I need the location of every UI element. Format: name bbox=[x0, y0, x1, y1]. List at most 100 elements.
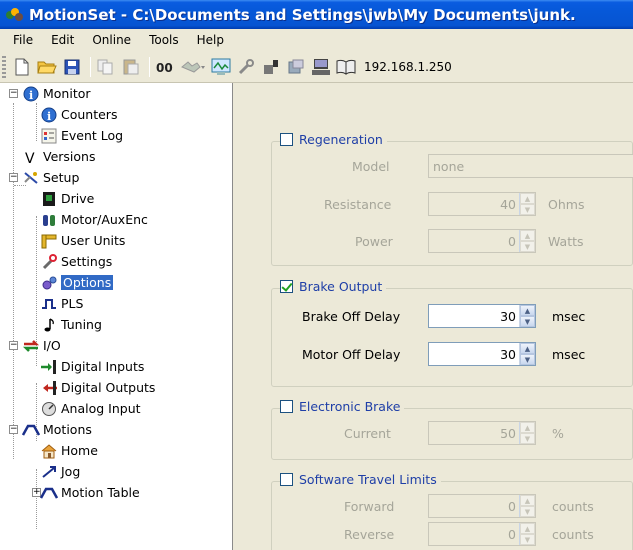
spin-up-icon[interactable]: ▲ bbox=[520, 495, 535, 506]
model-select[interactable]: none bbox=[428, 154, 633, 178]
tree-label: Analog Input bbox=[61, 401, 141, 416]
io-collapse-toggle[interactable]: − bbox=[9, 341, 18, 350]
current-spinner[interactable]: 50 ▲ ▼ bbox=[428, 421, 536, 445]
menu-file[interactable]: File bbox=[4, 30, 42, 50]
brake-output-checkbox[interactable] bbox=[280, 280, 293, 293]
motor-off-delay-label: Motor Off Delay bbox=[302, 347, 401, 362]
paste-icon[interactable] bbox=[120, 56, 142, 78]
spin-up-icon[interactable]: ▲ bbox=[520, 230, 535, 241]
brake-off-delay-spinner[interactable]: 30 ▲ ▼ bbox=[428, 304, 536, 328]
connect-icon[interactable]: 00 bbox=[154, 56, 176, 78]
download-icon[interactable] bbox=[260, 56, 282, 78]
power-spinner[interactable]: 0 ▲ ▼ bbox=[428, 229, 536, 253]
current-label: Current bbox=[344, 426, 391, 441]
reverse-spinner[interactable]: 0 ▲ ▼ bbox=[428, 522, 536, 546]
reverse-row: Reverse bbox=[344, 527, 394, 542]
spin-up-icon[interactable]: ▲ bbox=[520, 422, 535, 433]
tree-label: Drive bbox=[61, 191, 95, 206]
spin-up-icon[interactable]: ▲ bbox=[520, 305, 535, 316]
info-icon: i bbox=[22, 85, 40, 102]
tree-item-user-units[interactable]: User Units bbox=[40, 230, 125, 251]
tree-item-analog-input[interactable]: Analog Input bbox=[40, 398, 141, 419]
power-unit: Watts bbox=[548, 234, 584, 249]
tree-item-settings[interactable]: Settings bbox=[40, 251, 112, 272]
tree-label: I/O bbox=[43, 338, 61, 353]
forward-spinner[interactable]: 0 ▲ ▼ bbox=[428, 494, 536, 518]
tree-item-motion-table[interactable]: Motion Table bbox=[40, 482, 140, 503]
home-icon bbox=[40, 442, 58, 459]
motions-collapse-toggle[interactable]: − bbox=[9, 425, 18, 434]
tree-item-options[interactable]: Options bbox=[40, 272, 114, 293]
tree-item-tuning[interactable]: Tuning bbox=[40, 314, 102, 335]
software-travel-limits-checkbox[interactable] bbox=[280, 473, 293, 486]
brake-output-title: Brake Output bbox=[299, 279, 383, 294]
spin-down-icon[interactable]: ▼ bbox=[520, 354, 535, 365]
spin-up-icon[interactable]: ▲ bbox=[520, 343, 535, 354]
tree-item-drive[interactable]: Drive bbox=[40, 188, 94, 209]
power-label: Power bbox=[355, 234, 393, 249]
toolbar: 00 192.168.1.250 bbox=[0, 51, 633, 83]
copy-icon[interactable] bbox=[95, 56, 117, 78]
setup-collapse-toggle[interactable]: − bbox=[9, 173, 18, 182]
tree-label: Motion Table bbox=[61, 485, 140, 500]
music-note-icon bbox=[40, 316, 58, 333]
monitor-collapse-toggle[interactable]: − bbox=[9, 89, 18, 98]
motor-off-delay-spinner[interactable]: 30 ▲ ▼ bbox=[428, 342, 536, 366]
digital-input-icon bbox=[40, 358, 58, 375]
spin-down-icon[interactable]: ▼ bbox=[520, 506, 535, 517]
tree-item-versions[interactable]: V Versions bbox=[22, 146, 95, 167]
reverse-value: 0 bbox=[508, 526, 516, 542]
regeneration-checkbox[interactable] bbox=[280, 133, 293, 146]
tree-label: User Units bbox=[61, 233, 126, 248]
tree-label: Versions bbox=[43, 149, 96, 164]
spin-down-icon[interactable]: ▼ bbox=[520, 534, 535, 545]
current-value: 50 bbox=[500, 425, 516, 441]
digital-output-icon bbox=[40, 379, 58, 396]
spin-up-icon[interactable]: ▲ bbox=[520, 193, 535, 204]
spin-down-icon[interactable]: ▼ bbox=[520, 204, 535, 215]
regeneration-group: Regeneration Model none Resistance 40 ▲ ▼… bbox=[271, 132, 633, 266]
menu-edit[interactable]: Edit bbox=[42, 30, 83, 50]
scope-icon[interactable] bbox=[210, 56, 232, 78]
tree-label: Tuning bbox=[61, 317, 102, 332]
disconnect-icon[interactable] bbox=[179, 56, 207, 78]
resistance-unit: Ohms bbox=[548, 197, 585, 212]
upload-icon[interactable] bbox=[285, 56, 307, 78]
save-icon[interactable] bbox=[61, 56, 83, 78]
drive-icon bbox=[40, 190, 58, 207]
tree-item-setup[interactable]: Setup bbox=[22, 167, 79, 188]
tree-item-event-log[interactable]: Event Log bbox=[40, 125, 123, 146]
motor-icon bbox=[40, 211, 58, 228]
tools-icon[interactable] bbox=[235, 56, 257, 78]
spin-down-icon[interactable]: ▼ bbox=[520, 433, 535, 444]
menu-online[interactable]: Online bbox=[83, 30, 140, 50]
tree-item-monitor[interactable]: i Monitor bbox=[22, 83, 91, 104]
svg-text:i: i bbox=[29, 89, 33, 102]
title-bar[interactable]: MotionSet - C:\Documents and Settings\jw… bbox=[0, 0, 633, 29]
tree-item-pls[interactable]: PLS bbox=[40, 293, 83, 314]
tree-label: Home bbox=[61, 443, 98, 458]
spin-down-icon[interactable]: ▼ bbox=[520, 316, 535, 327]
tree-item-counters[interactable]: i Counters bbox=[40, 104, 117, 125]
electronic-brake-checkbox[interactable] bbox=[280, 400, 293, 413]
new-icon[interactable] bbox=[11, 56, 33, 78]
spin-down-icon[interactable]: ▼ bbox=[520, 241, 535, 252]
tree-label: Counters bbox=[61, 107, 118, 122]
tree-item-home[interactable]: Home bbox=[40, 440, 98, 461]
manual-icon[interactable] bbox=[335, 56, 357, 78]
tree-item-motor-auxenc[interactable]: Motor/AuxEnc bbox=[40, 209, 148, 230]
brake-off-delay-row: Brake Off Delay bbox=[302, 309, 400, 324]
open-icon[interactable] bbox=[36, 56, 58, 78]
toolbar-grip[interactable] bbox=[2, 55, 6, 78]
tree-label: Motions bbox=[43, 422, 92, 437]
tree-item-io[interactable]: I/O bbox=[22, 335, 61, 356]
menu-tools[interactable]: Tools bbox=[140, 30, 188, 50]
tree-item-jog[interactable]: Jog bbox=[40, 461, 80, 482]
computer-icon[interactable] bbox=[310, 56, 332, 78]
resistance-spinner[interactable]: 40 ▲ ▼ bbox=[428, 192, 536, 216]
tree-item-motions[interactable]: Motions bbox=[22, 419, 92, 440]
tree-item-digital-inputs[interactable]: Digital Inputs bbox=[40, 356, 144, 377]
spin-up-icon[interactable]: ▲ bbox=[520, 523, 535, 534]
tree-item-digital-outputs[interactable]: Digital Outputs bbox=[40, 377, 155, 398]
menu-help[interactable]: Help bbox=[188, 30, 233, 50]
